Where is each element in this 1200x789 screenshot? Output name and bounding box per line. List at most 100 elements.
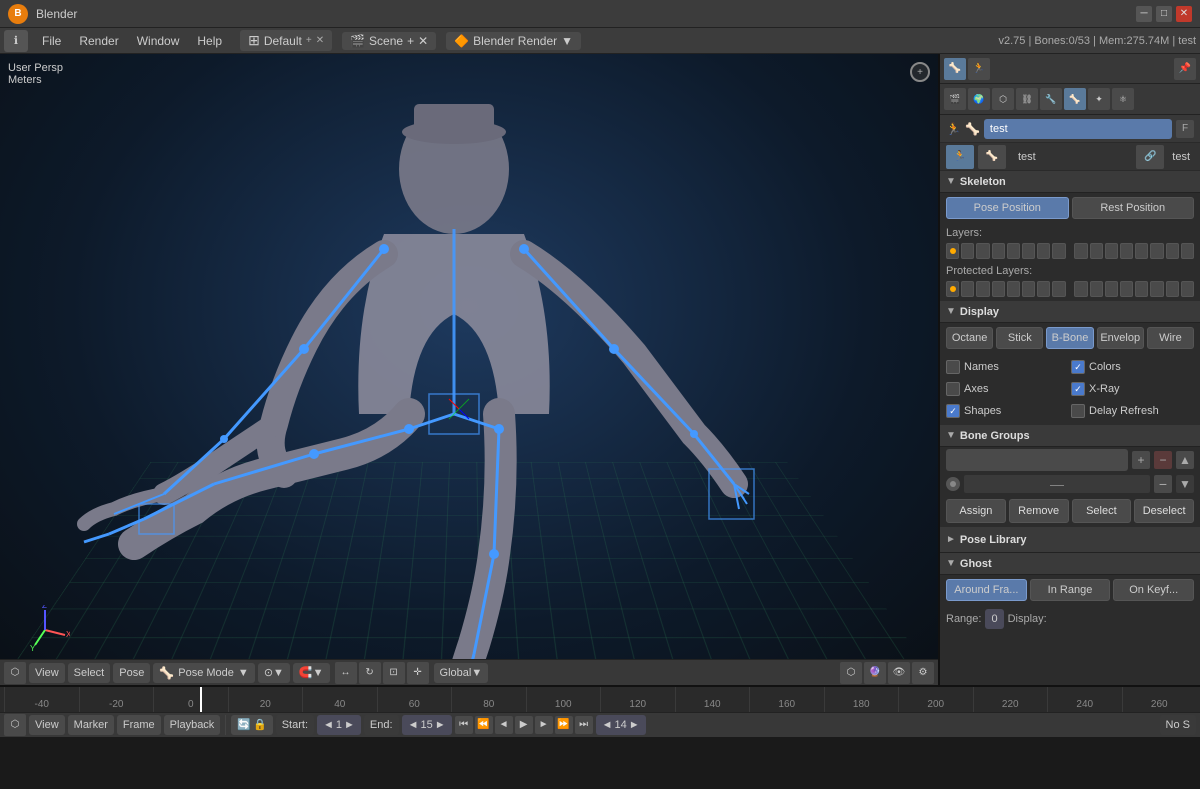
colors-checkbox[interactable] [1071,360,1085,374]
file-menu[interactable]: File [34,32,69,50]
timeline-ruler[interactable]: -40 -20 0 20 40 60 80 100 120 140 160 18… [0,687,1200,712]
bone-groups-section-header[interactable]: ▼ Bone Groups [940,425,1200,447]
protected-layer-btn-3[interactable] [976,281,989,297]
timeline-playhead[interactable] [200,687,202,712]
pose-position-button[interactable]: Pose Position [946,197,1069,219]
scene-tab[interactable]: 🎬 Scene + ✕ [342,32,436,50]
protected-layer-btn-2[interactable] [961,281,974,297]
layer-btn-3[interactable] [976,243,989,259]
viewport-overlay-icon[interactable]: 👁 [888,662,910,684]
ghost-in-range-button[interactable]: In Range [1030,579,1111,601]
octane-button[interactable]: Octane [946,327,993,349]
protected-layer-btn-1[interactable] [946,281,959,297]
assign-button[interactable]: Assign [946,499,1006,523]
layer-btn-4[interactable] [992,243,1005,259]
tab-modifiers[interactable]: 🔧 [1040,88,1062,110]
engine-selector[interactable]: 🔶 Blender Render ▼ [446,32,581,50]
pose-button[interactable]: Pose [113,663,150,683]
armature-icon-btn[interactable]: 🦴 [944,58,966,80]
viewport-3d[interactable]: User Persp Meters + X Y Z (14) test : th… [0,54,940,685]
delay-refresh-checkbox[interactable] [1071,404,1085,418]
tab-scene[interactable]: 🎬 [944,88,966,110]
layer-btn-15[interactable] [1166,243,1179,259]
end-frame-field[interactable]: ◄ 15 ► [402,715,452,735]
layer-btn-14[interactable] [1150,243,1163,259]
protected-layer-btn-4[interactable] [992,281,1005,297]
pin-icon[interactable]: 📌 [1174,58,1196,80]
protected-layer-btn-14[interactable] [1150,281,1163,297]
scene-add[interactable]: + [407,34,414,48]
layer-btn-9[interactable] [1074,243,1087,259]
layer-btn-16[interactable] [1181,243,1194,259]
protected-layer-btn-9[interactable] [1074,281,1087,297]
manipulator-icon[interactable]: ✛ [407,662,429,684]
workspace-tab[interactable]: ⊞ Default + ✕ [240,30,332,51]
protected-layer-btn-8[interactable] [1052,281,1065,297]
axes-checkbox[interactable] [946,382,960,396]
layer-btn-2[interactable] [961,243,974,259]
workspace-close[interactable]: ✕ [316,35,324,46]
xray-checkbox[interactable] [1071,382,1085,396]
viewport-icon-btn[interactable]: ⬡ [4,662,26,684]
layer-btn-12[interactable] [1120,243,1133,259]
tab-armature[interactable]: 🦴 [1064,88,1086,110]
help-menu[interactable]: Help [189,32,230,50]
object-data-icon[interactable]: 🏃 [946,145,974,169]
jump-start-button[interactable]: ⏮ [455,716,473,734]
tab-physics[interactable]: ⚛ [1112,88,1134,110]
orientation-selector[interactable]: Global ▼ [434,663,489,683]
minimize-button[interactable]: ─ [1136,6,1152,22]
close-button[interactable]: ✕ [1176,6,1192,22]
protected-layer-btn-13[interactable] [1135,281,1148,297]
ghost-section-header[interactable]: ▼ Ghost [940,553,1200,575]
stick-button[interactable]: Stick [996,327,1043,349]
pose-data-icon[interactable]: 🦴 [978,145,1006,169]
timeline-icon-btn[interactable]: ⬡ [4,714,26,736]
view-button[interactable]: View [29,663,65,683]
display-section-header[interactable]: ▼ Display [940,301,1200,323]
render-menu[interactable]: Render [71,32,126,50]
protected-layer-btn-11[interactable] [1105,281,1118,297]
layer-btn-13[interactable] [1135,243,1148,259]
armature-name-field[interactable]: test [984,119,1172,139]
translate-icon[interactable]: ↔ [335,662,357,684]
start-frame-field[interactable]: ◄ 1 ► [317,715,361,735]
protected-layer-btn-5[interactable] [1007,281,1020,297]
scale-icon[interactable]: ⊡ [383,662,405,684]
tab-object[interactable]: ⬡ [992,88,1014,110]
fake-user-button[interactable]: F [1176,120,1194,138]
names-checkbox[interactable] [946,360,960,374]
bone-group-minus-btn[interactable]: − [1154,475,1172,493]
viewport-shading-icon[interactable]: ⬡ [840,662,862,684]
bone-group-remove-button[interactable]: − [1154,451,1172,469]
layer-btn-5[interactable] [1007,243,1020,259]
pivot-selector[interactable]: ⊙ ▼ [258,663,290,683]
protected-layer-btn-12[interactable] [1120,281,1133,297]
play-button[interactable]: ▶ [515,716,533,734]
bone-group-name-field[interactable] [946,449,1128,471]
skeleton-section-header[interactable]: ▼ Skeleton [940,171,1200,193]
viewport-render-icon[interactable]: 🔮 [864,662,886,684]
wire-button[interactable]: Wire [1147,327,1194,349]
bone-group-add-button[interactable]: + [1132,451,1150,469]
scene-close[interactable]: ✕ [418,34,428,48]
window-menu[interactable]: Window [129,32,188,50]
select-button[interactable]: Select [1072,499,1132,523]
jump-end-button[interactable]: ⏭ [575,716,593,734]
protected-layer-btn-7[interactable] [1037,281,1050,297]
rest-position-button[interactable]: Rest Position [1072,197,1195,219]
workspace-add[interactable]: + [306,35,312,46]
layer-btn-1[interactable] [946,243,959,259]
prev-keyframe-button[interactable]: ◄ [495,716,513,734]
rotate-icon[interactable]: ↻ [359,662,381,684]
layer-btn-6[interactable] [1022,243,1035,259]
current-frame-field[interactable]: ◄ 14 ► [596,715,646,735]
bone-group-move-up-button[interactable]: ▲ [1176,451,1194,469]
tab-particles[interactable]: ✦ [1088,88,1110,110]
bone-group-extra-btn[interactable]: ▼ [1176,475,1194,493]
select-button[interactable]: Select [68,663,111,683]
layer-btn-11[interactable] [1105,243,1118,259]
tab-world[interactable]: 🌍 [968,88,990,110]
tab-constraints[interactable]: ⛓ [1016,88,1038,110]
pose-library-header[interactable]: ► Pose Library [940,527,1200,553]
